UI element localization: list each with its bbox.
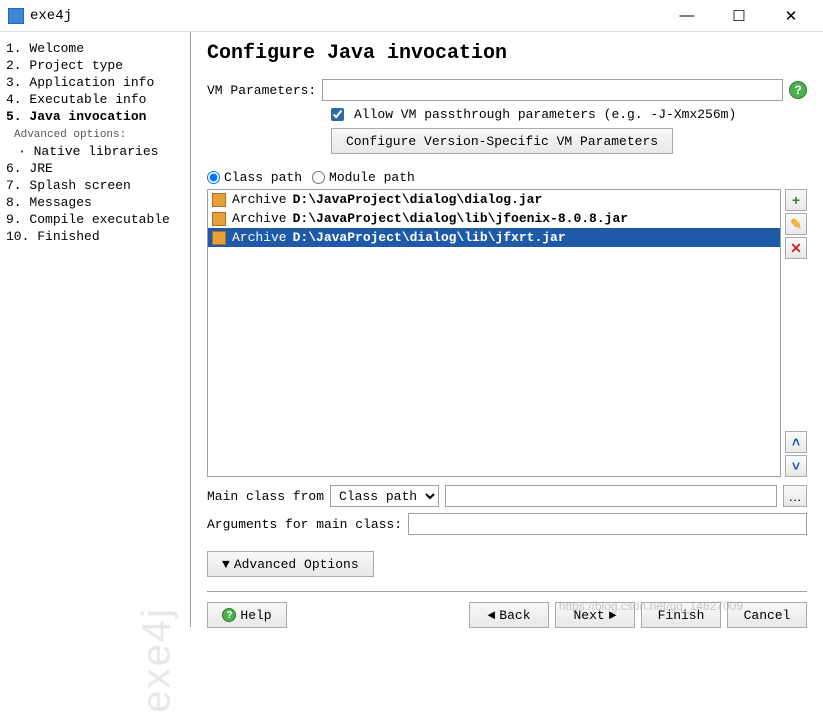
arrow-left-icon: ◄ xyxy=(487,608,495,623)
close-button[interactable]: ✕ xyxy=(769,2,813,30)
classpath-entry[interactable]: Archive D:\JavaProject\dialog\lib\jfxrt.… xyxy=(208,228,780,247)
main-class-label: Main class from xyxy=(207,489,324,504)
jar-icon xyxy=(212,212,226,226)
sidebar-item-messages[interactable]: 8. Messages xyxy=(6,194,184,211)
sidebar-item-compile-executable[interactable]: 9. Compile executable xyxy=(6,211,184,228)
move-up-button[interactable]: ˄ xyxy=(785,431,807,453)
sidebar-item-finished[interactable]: 10. Finished xyxy=(6,228,184,245)
move-down-button[interactable]: ˅ xyxy=(785,455,807,477)
back-button[interactable]: ◄ Back xyxy=(469,602,549,628)
arguments-label: Arguments for main class: xyxy=(207,517,402,532)
vm-parameters-input[interactable] xyxy=(322,79,783,101)
edit-entry-button[interactable]: ✎ xyxy=(785,213,807,235)
maximize-button[interactable]: ☐ xyxy=(717,2,761,30)
app-icon xyxy=(8,8,24,24)
sidebar-watermark: exe4j xyxy=(135,607,180,713)
jar-icon xyxy=(212,231,226,245)
main-class-input[interactable] xyxy=(445,485,777,507)
wizard-sidebar: 1. Welcome 2. Project type 3. Applicatio… xyxy=(0,32,190,627)
page-title: Configure Java invocation xyxy=(207,42,807,65)
allow-passthrough-label: Allow VM passthrough parameters (e.g. -J… xyxy=(354,107,736,122)
titlebar: exe4j — ☐ ✕ xyxy=(0,0,823,32)
minimize-button[interactable]: — xyxy=(665,2,709,30)
sidebar-item-splash-screen[interactable]: 7. Splash screen xyxy=(6,177,184,194)
next-button[interactable]: Next ► xyxy=(555,602,635,628)
cancel-button[interactable]: Cancel xyxy=(727,602,807,628)
sidebar-item-native-libraries[interactable]: · Native libraries xyxy=(6,143,184,160)
jar-icon xyxy=(212,193,226,207)
classpath-entry[interactable]: Archive D:\JavaProject\dialog\dialog.jar xyxy=(208,190,780,209)
classpath-list[interactable]: Archive D:\JavaProject\dialog\dialog.jar… xyxy=(207,189,781,477)
sidebar-advanced-header: Advanced options: xyxy=(6,125,184,143)
arguments-input[interactable] xyxy=(408,513,807,535)
sidebar-item-java-invocation[interactable]: 5. Java invocation xyxy=(6,108,184,125)
modulepath-radio[interactable]: Module path xyxy=(312,170,415,185)
classpath-radio[interactable]: Class path xyxy=(207,170,302,185)
vm-parameters-label: VM Parameters: xyxy=(207,83,316,98)
sidebar-item-jre[interactable]: 6. JRE xyxy=(6,160,184,177)
add-entry-button[interactable]: + xyxy=(785,189,807,211)
main-class-source-select[interactable]: Class path xyxy=(330,485,439,507)
configure-vm-button[interactable]: Configure Version-Specific VM Parameters xyxy=(331,128,673,154)
delete-entry-button[interactable]: ✕ xyxy=(785,237,807,259)
content-pane: Configure Java invocation VM Parameters:… xyxy=(190,32,823,627)
help-icon: ? xyxy=(222,608,236,622)
help-icon[interactable]: ? xyxy=(789,81,807,99)
sidebar-item-welcome[interactable]: 1. Welcome xyxy=(6,40,184,57)
browse-main-class-button[interactable]: … xyxy=(783,485,807,507)
finish-button[interactable]: Finish xyxy=(641,602,721,628)
help-button[interactable]: ? Help xyxy=(207,602,287,628)
advanced-options-button[interactable]: ▼ Advanced Options xyxy=(207,551,374,577)
sidebar-item-project-type[interactable]: 2. Project type xyxy=(6,57,184,74)
allow-passthrough-checkbox[interactable] xyxy=(331,108,344,121)
chevron-down-icon: ▼ xyxy=(222,557,230,572)
arrow-right-icon: ► xyxy=(609,608,617,623)
sidebar-item-application-info[interactable]: 3. Application info xyxy=(6,74,184,91)
sidebar-item-executable-info[interactable]: 4. Executable info xyxy=(6,91,184,108)
classpath-entry[interactable]: Archive D:\JavaProject\dialog\lib\jfoeni… xyxy=(208,209,780,228)
app-title: exe4j xyxy=(30,8,72,24)
